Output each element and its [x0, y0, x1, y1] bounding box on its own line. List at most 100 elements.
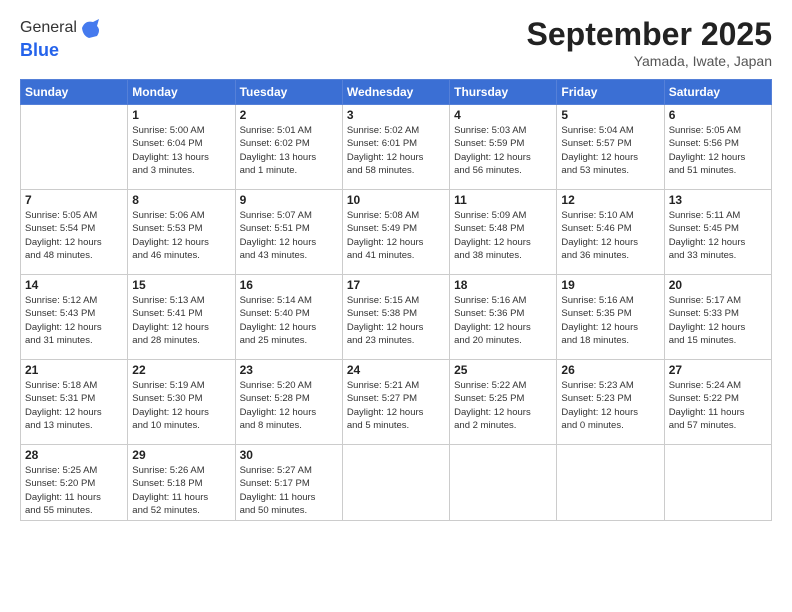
day-info: Sunrise: 5:07 AM Sunset: 5:51 PM Dayligh… — [240, 209, 338, 262]
week-row-1: 1 Sunrise: 5:00 AM Sunset: 6:04 PM Daylig… — [21, 105, 772, 190]
calendar-cell: 10 Sunrise: 5:08 AM Sunset: 5:49 PM Dayli… — [342, 190, 449, 275]
day-number: 5 — [561, 108, 659, 122]
day-number: 29 — [132, 448, 230, 462]
day-info: Sunrise: 5:24 AM Sunset: 5:22 PM Dayligh… — [669, 379, 767, 432]
day-number: 13 — [669, 193, 767, 207]
calendar-cell — [450, 445, 557, 521]
day-number: 14 — [25, 278, 123, 292]
day-number: 6 — [669, 108, 767, 122]
day-info: Sunrise: 5:16 AM Sunset: 5:35 PM Dayligh… — [561, 294, 659, 347]
day-number: 30 — [240, 448, 338, 462]
day-number: 11 — [454, 193, 552, 207]
day-info: Sunrise: 5:27 AM Sunset: 5:17 PM Dayligh… — [240, 464, 338, 517]
calendar-cell: 1 Sunrise: 5:00 AM Sunset: 6:04 PM Daylig… — [128, 105, 235, 190]
day-info: Sunrise: 5:26 AM Sunset: 5:18 PM Dayligh… — [132, 464, 230, 517]
day-number: 21 — [25, 363, 123, 377]
day-info: Sunrise: 5:06 AM Sunset: 5:53 PM Dayligh… — [132, 209, 230, 262]
day-info: Sunrise: 5:09 AM Sunset: 5:48 PM Dayligh… — [454, 209, 552, 262]
calendar-cell: 5 Sunrise: 5:04 AM Sunset: 5:57 PM Daylig… — [557, 105, 664, 190]
calendar-cell: 23 Sunrise: 5:20 AM Sunset: 5:28 PM Dayli… — [235, 360, 342, 445]
day-info: Sunrise: 5:14 AM Sunset: 5:40 PM Dayligh… — [240, 294, 338, 347]
calendar-cell: 18Sunrise: 5:16 AM Sunset: 5:36 PM Dayli… — [450, 275, 557, 360]
logo-blue-text: Blue — [20, 40, 59, 60]
day-number: 1 — [132, 108, 230, 122]
calendar-cell: 19 Sunrise: 5:16 AM Sunset: 5:35 PM Dayli… — [557, 275, 664, 360]
day-info: Sunrise: 5:10 AM Sunset: 5:46 PM Dayligh… — [561, 209, 659, 262]
logo: General Blue — [20, 16, 103, 61]
day-number: 22 — [132, 363, 230, 377]
day-info: Sunrise: 5:08 AM Sunset: 5:49 PM Dayligh… — [347, 209, 445, 262]
calendar-cell: 24 Sunrise: 5:21 AM Sunset: 5:27 PM Dayli… — [342, 360, 449, 445]
calendar-cell: 22Sunrise: 5:19 AM Sunset: 5:30 PM Dayli… — [128, 360, 235, 445]
calendar: SundayMondayTuesdayWednesdayThursdayFrid… — [20, 79, 772, 521]
calendar-cell: 27 Sunrise: 5:24 AM Sunset: 5:22 PM Dayli… — [664, 360, 771, 445]
header: General Blue September 2025 Yamada, Iwat… — [20, 16, 772, 69]
day-info: Sunrise: 5:03 AM Sunset: 5:59 PM Dayligh… — [454, 124, 552, 177]
calendar-cell: 13Sunrise: 5:11 AM Sunset: 5:45 PM Dayli… — [664, 190, 771, 275]
day-info: Sunrise: 5:15 AM Sunset: 5:38 PM Dayligh… — [347, 294, 445, 347]
day-number: 17 — [347, 278, 445, 292]
day-number: 23 — [240, 363, 338, 377]
weekday-thursday: Thursday — [450, 80, 557, 105]
calendar-cell: 26Sunrise: 5:23 AM Sunset: 5:23 PM Dayli… — [557, 360, 664, 445]
calendar-cell: 25 Sunrise: 5:22 AM Sunset: 5:25 PM Dayli… — [450, 360, 557, 445]
calendar-cell: 3 Sunrise: 5:02 AM Sunset: 6:01 PM Daylig… — [342, 105, 449, 190]
day-number: 10 — [347, 193, 445, 207]
week-row-5: 28 Sunrise: 5:25 AM Sunset: 5:20 PM Dayli… — [21, 445, 772, 521]
day-number: 8 — [132, 193, 230, 207]
day-info: Sunrise: 5:17 AM Sunset: 5:33 PM Dayligh… — [669, 294, 767, 347]
day-number: 12 — [561, 193, 659, 207]
weekday-saturday: Saturday — [664, 80, 771, 105]
day-number: 2 — [240, 108, 338, 122]
day-number: 4 — [454, 108, 552, 122]
day-number: 25 — [454, 363, 552, 377]
day-info: Sunrise: 5:20 AM Sunset: 5:28 PM Dayligh… — [240, 379, 338, 432]
calendar-cell — [664, 445, 771, 521]
day-info: Sunrise: 5:05 AM Sunset: 5:56 PM Dayligh… — [669, 124, 767, 177]
month-title: September 2025 — [527, 16, 772, 53]
day-info: Sunrise: 5:22 AM Sunset: 5:25 PM Dayligh… — [454, 379, 552, 432]
day-number: 19 — [561, 278, 659, 292]
day-number: 28 — [25, 448, 123, 462]
day-info: Sunrise: 5:21 AM Sunset: 5:27 PM Dayligh… — [347, 379, 445, 432]
calendar-cell: 9 Sunrise: 5:07 AM Sunset: 5:51 PM Daylig… — [235, 190, 342, 275]
day-number: 27 — [669, 363, 767, 377]
weekday-friday: Friday — [557, 80, 664, 105]
page-container: General Blue September 2025 Yamada, Iwat… — [0, 0, 792, 612]
calendar-cell: 16 Sunrise: 5:14 AM Sunset: 5:40 PM Dayli… — [235, 275, 342, 360]
day-info: Sunrise: 5:16 AM Sunset: 5:36 PM Dayligh… — [454, 294, 552, 347]
day-info: Sunrise: 5:00 AM Sunset: 6:04 PM Dayligh… — [132, 124, 230, 177]
day-info: Sunrise: 5:05 AM Sunset: 5:54 PM Dayligh… — [25, 209, 123, 262]
weekday-header-row: SundayMondayTuesdayWednesdayThursdayFrid… — [21, 80, 772, 105]
day-number: 24 — [347, 363, 445, 377]
day-info: Sunrise: 5:13 AM Sunset: 5:41 PM Dayligh… — [132, 294, 230, 347]
week-row-2: 7Sunrise: 5:05 AM Sunset: 5:54 PM Daylig… — [21, 190, 772, 275]
calendar-cell: 7Sunrise: 5:05 AM Sunset: 5:54 PM Daylig… — [21, 190, 128, 275]
day-info: Sunrise: 5:18 AM Sunset: 5:31 PM Dayligh… — [25, 379, 123, 432]
calendar-cell — [21, 105, 128, 190]
calendar-cell: 11 Sunrise: 5:09 AM Sunset: 5:48 PM Dayli… — [450, 190, 557, 275]
weekday-wednesday: Wednesday — [342, 80, 449, 105]
calendar-cell: 8 Sunrise: 5:06 AM Sunset: 5:53 PM Daylig… — [128, 190, 235, 275]
calendar-cell: 6 Sunrise: 5:05 AM Sunset: 5:56 PM Daylig… — [664, 105, 771, 190]
logo-general-text: General — [20, 19, 77, 37]
day-number: 15 — [132, 278, 230, 292]
day-info: Sunrise: 5:01 AM Sunset: 6:02 PM Dayligh… — [240, 124, 338, 177]
calendar-cell: 14Sunrise: 5:12 AM Sunset: 5:43 PM Dayli… — [21, 275, 128, 360]
day-number: 3 — [347, 108, 445, 122]
day-info: Sunrise: 5:04 AM Sunset: 5:57 PM Dayligh… — [561, 124, 659, 177]
logo-icon — [79, 16, 103, 40]
day-number: 26 — [561, 363, 659, 377]
weekday-monday: Monday — [128, 80, 235, 105]
day-number: 16 — [240, 278, 338, 292]
calendar-cell: 30 Sunrise: 5:27 AM Sunset: 5:17 PM Dayli… — [235, 445, 342, 521]
day-number: 9 — [240, 193, 338, 207]
calendar-cell: 2 Sunrise: 5:01 AM Sunset: 6:02 PM Daylig… — [235, 105, 342, 190]
weekday-tuesday: Tuesday — [235, 80, 342, 105]
day-info: Sunrise: 5:02 AM Sunset: 6:01 PM Dayligh… — [347, 124, 445, 177]
day-number: 20 — [669, 278, 767, 292]
calendar-cell: 15 Sunrise: 5:13 AM Sunset: 5:41 PM Dayli… — [128, 275, 235, 360]
day-info: Sunrise: 5:25 AM Sunset: 5:20 PM Dayligh… — [25, 464, 123, 517]
location: Yamada, Iwate, Japan — [527, 53, 772, 69]
calendar-cell — [342, 445, 449, 521]
